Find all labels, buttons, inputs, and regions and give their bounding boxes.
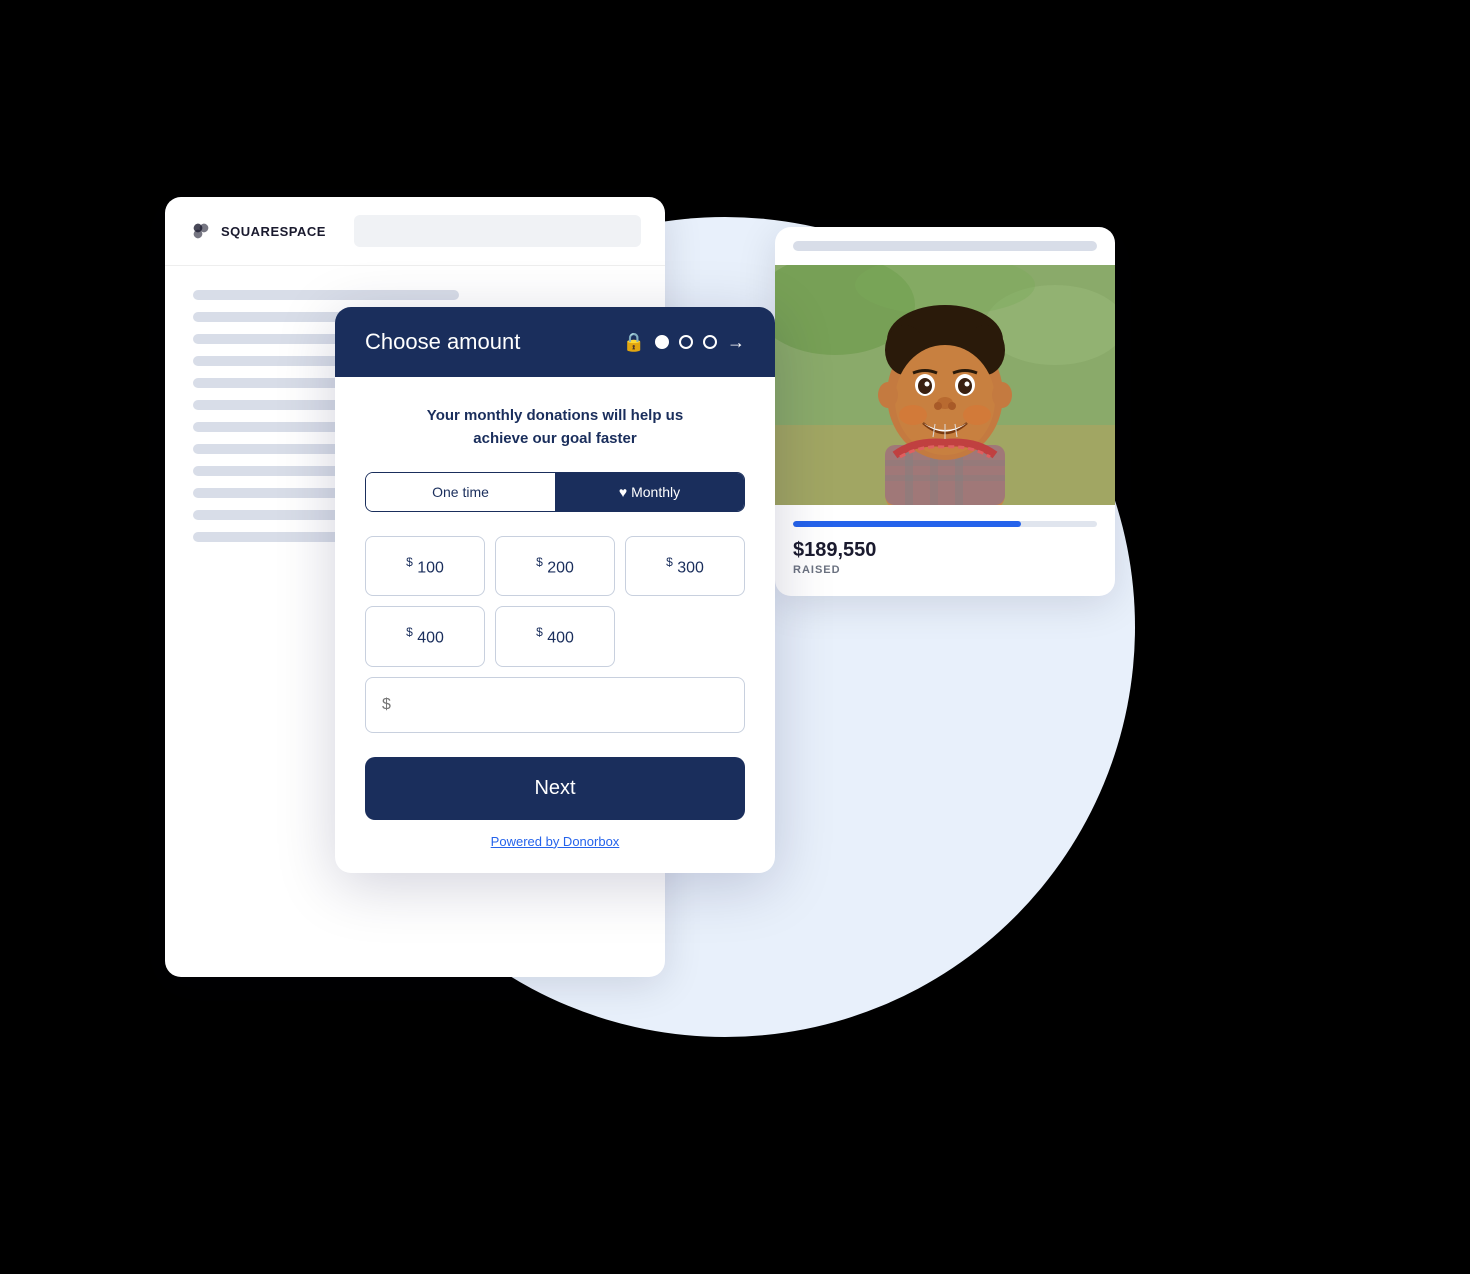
tagline-line1: Your monthly donations will help us <box>427 407 683 424</box>
one-time-toggle[interactable]: One time <box>366 473 555 511</box>
amount-grid-2: $ 400 $ 400 <box>365 606 745 666</box>
arrow-icon: → <box>727 332 745 353</box>
amount-button-100[interactable]: $ 100 <box>365 536 485 596</box>
custom-amount-input[interactable] <box>365 677 745 733</box>
donation-header: Choose amount 🔒 → <box>335 307 775 377</box>
squarespace-search-bar[interactable] <box>354 215 641 247</box>
raised-label: RAISED <box>793 564 1097 576</box>
step-dot-1 <box>655 335 669 349</box>
progress-bar-container <box>793 521 1097 527</box>
currency-symbol: $ <box>406 555 413 569</box>
heart-icon: ♥ <box>619 484 627 500</box>
amount-button-200[interactable]: $ 200 <box>495 536 615 596</box>
frequency-toggle[interactable]: One time ♥ Monthly <box>365 472 745 512</box>
donation-body: Your monthly donations will help us achi… <box>335 377 775 873</box>
tagline-line2: achieve our goal faster <box>473 430 636 447</box>
next-button[interactable]: Next <box>365 757 745 820</box>
squarespace-header: SQUARESPACE <box>165 197 665 266</box>
currency-symbol: $ <box>406 625 413 639</box>
squarespace-logo: SQUARESPACE <box>189 219 326 243</box>
lock-icon: 🔒 <box>623 332 645 353</box>
progress-bar-fill <box>793 521 1021 527</box>
powered-by-link[interactable]: Powered by Donorbox <box>365 834 745 849</box>
monthly-label: Monthly <box>631 484 680 500</box>
header-icons: 🔒 → <box>623 332 745 353</box>
campaign-card: $189,550 RAISED <box>775 227 1115 596</box>
campaign-info: $189,550 RAISED <box>775 505 1115 596</box>
donation-title: Choose amount <box>365 329 520 355</box>
campaign-image <box>775 265 1115 505</box>
card-header-placeholder <box>793 241 1097 251</box>
donation-tagline: Your monthly donations will help us achi… <box>365 405 745 450</box>
step-dot-2 <box>679 335 693 349</box>
amount-button-400b[interactable]: $ 400 <box>495 606 615 666</box>
amount-button-400a[interactable]: $ 400 <box>365 606 485 666</box>
raised-amount: $189,550 <box>793 539 1097 562</box>
donation-card: Choose amount 🔒 → Your monthly donations… <box>335 307 775 873</box>
currency-symbol: $ <box>536 555 543 569</box>
content-line <box>193 290 459 300</box>
currency-symbol: $ <box>536 625 543 639</box>
squarespace-brand-name: SQUARESPACE <box>221 224 326 239</box>
currency-symbol: $ <box>666 555 673 569</box>
monthly-toggle[interactable]: ♥ Monthly <box>555 473 744 511</box>
amount-grid: $ 100 $ 200 $ 300 <box>365 536 745 596</box>
step-dot-3 <box>703 335 717 349</box>
amount-button-300[interactable]: $ 300 <box>625 536 745 596</box>
campaign-card-header <box>775 227 1115 265</box>
custom-amount-row <box>365 677 745 733</box>
